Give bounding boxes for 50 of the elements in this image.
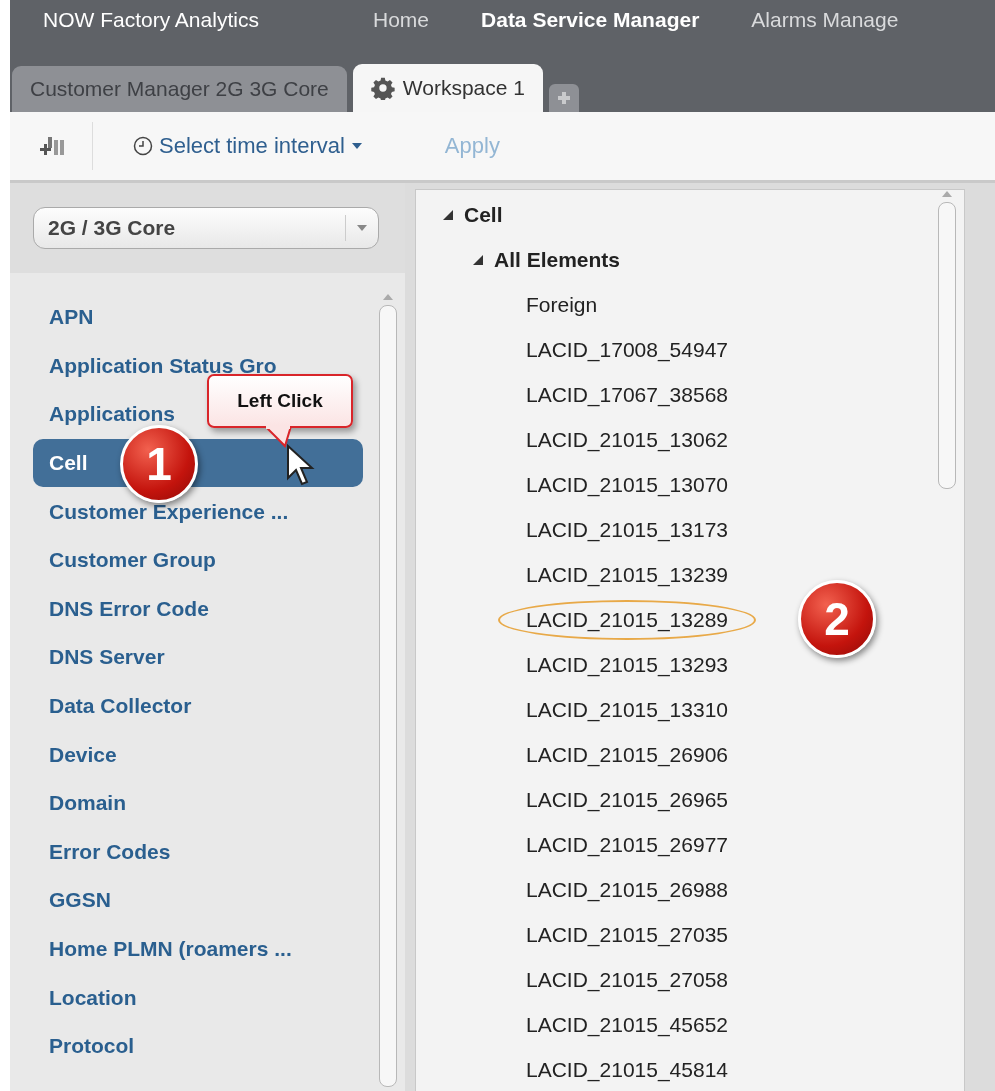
sidebar-item[interactable]: Protocol xyxy=(33,1021,141,1071)
time-interval-button[interactable]: Select time interval xyxy=(133,133,363,159)
tree-item[interactable]: LACID_21015_13293 xyxy=(498,644,756,685)
tree-item[interactable]: LACID_21015_45652 xyxy=(498,1004,756,1045)
expand-triangle-icon[interactable] xyxy=(442,208,454,221)
tree-item[interactable]: LACID_21015_26988 xyxy=(498,869,756,910)
plus-icon xyxy=(556,91,571,105)
expand-triangle-icon[interactable] xyxy=(472,253,484,266)
gear-icon xyxy=(370,76,395,100)
clock-icon xyxy=(133,136,153,156)
tree-item[interactable]: LACID_17067_38568 xyxy=(498,374,756,415)
cursor-icon xyxy=(286,444,316,488)
tree-item[interactable]: LACID_17008_54947 xyxy=(498,329,756,370)
tree-item[interactable]: LACID_21015_26906 xyxy=(498,734,756,775)
tree-item[interactable]: LACID_21015_26965 xyxy=(498,779,756,820)
scroll-up-icon[interactable] xyxy=(941,190,953,198)
callout-tail-icon xyxy=(263,426,293,448)
sidebar-item[interactable]: Domain xyxy=(33,778,132,828)
app-title: NOW Factory Analytics xyxy=(43,8,260,32)
nav-link[interactable]: Home xyxy=(373,8,430,32)
tree-item[interactable]: LACID_21015_13310 xyxy=(498,689,756,730)
sidebar-item[interactable]: APN xyxy=(33,293,100,342)
tree-item[interactable]: LACID_21015_13173 xyxy=(498,509,756,550)
sidebar-item[interactable]: GGSN xyxy=(33,876,117,925)
category-dropdown[interactable]: 2G / 3G Core xyxy=(33,207,379,249)
workspace-tab[interactable]: Workspace 1 xyxy=(352,64,543,112)
nav-link[interactable]: Alarms Manage xyxy=(751,8,899,32)
tree-node[interactable]: All Elements xyxy=(494,247,621,272)
add-tab-button[interactable] xyxy=(548,84,579,112)
tree-node[interactable]: Cell xyxy=(464,202,503,227)
sidebar-item[interactable]: Customer Group xyxy=(33,535,222,585)
sidebar-item[interactable]: Data Collector xyxy=(33,681,198,731)
sidebar-item[interactable]: DNS Error Code xyxy=(33,584,215,634)
sidebar-item[interactable]: Home PLMN (roamers ... xyxy=(33,924,298,974)
sidebar-item[interactable]: Device xyxy=(33,730,123,779)
tree-item[interactable]: LACID_21015_13289 xyxy=(498,599,756,640)
sidebar-item[interactable]: DNS Server xyxy=(33,633,171,682)
tree-item[interactable]: LACID_21015_26977 xyxy=(498,824,756,865)
caret-icon xyxy=(350,142,363,150)
sidebar-item[interactable]: Location xyxy=(33,973,143,1022)
tree-item[interactable]: Foreign xyxy=(498,284,626,325)
tree-item[interactable]: LACID_21015_27058 xyxy=(498,959,756,1000)
sidebar-item[interactable]: Error Codes xyxy=(33,827,177,877)
tree-item[interactable]: LACID_21015_13239 xyxy=(498,554,756,595)
tree-item[interactable]: LACID_21015_45814 xyxy=(498,1049,756,1090)
nav-link[interactable]: Data Service Manager xyxy=(481,8,700,32)
tree-item[interactable]: LACID_21015_13070 xyxy=(498,464,756,505)
tree-item[interactable]: LACID_21015_27035 xyxy=(498,914,756,955)
tree-item[interactable]: LACID_21015_13062 xyxy=(498,419,756,460)
caret-icon xyxy=(357,225,367,231)
